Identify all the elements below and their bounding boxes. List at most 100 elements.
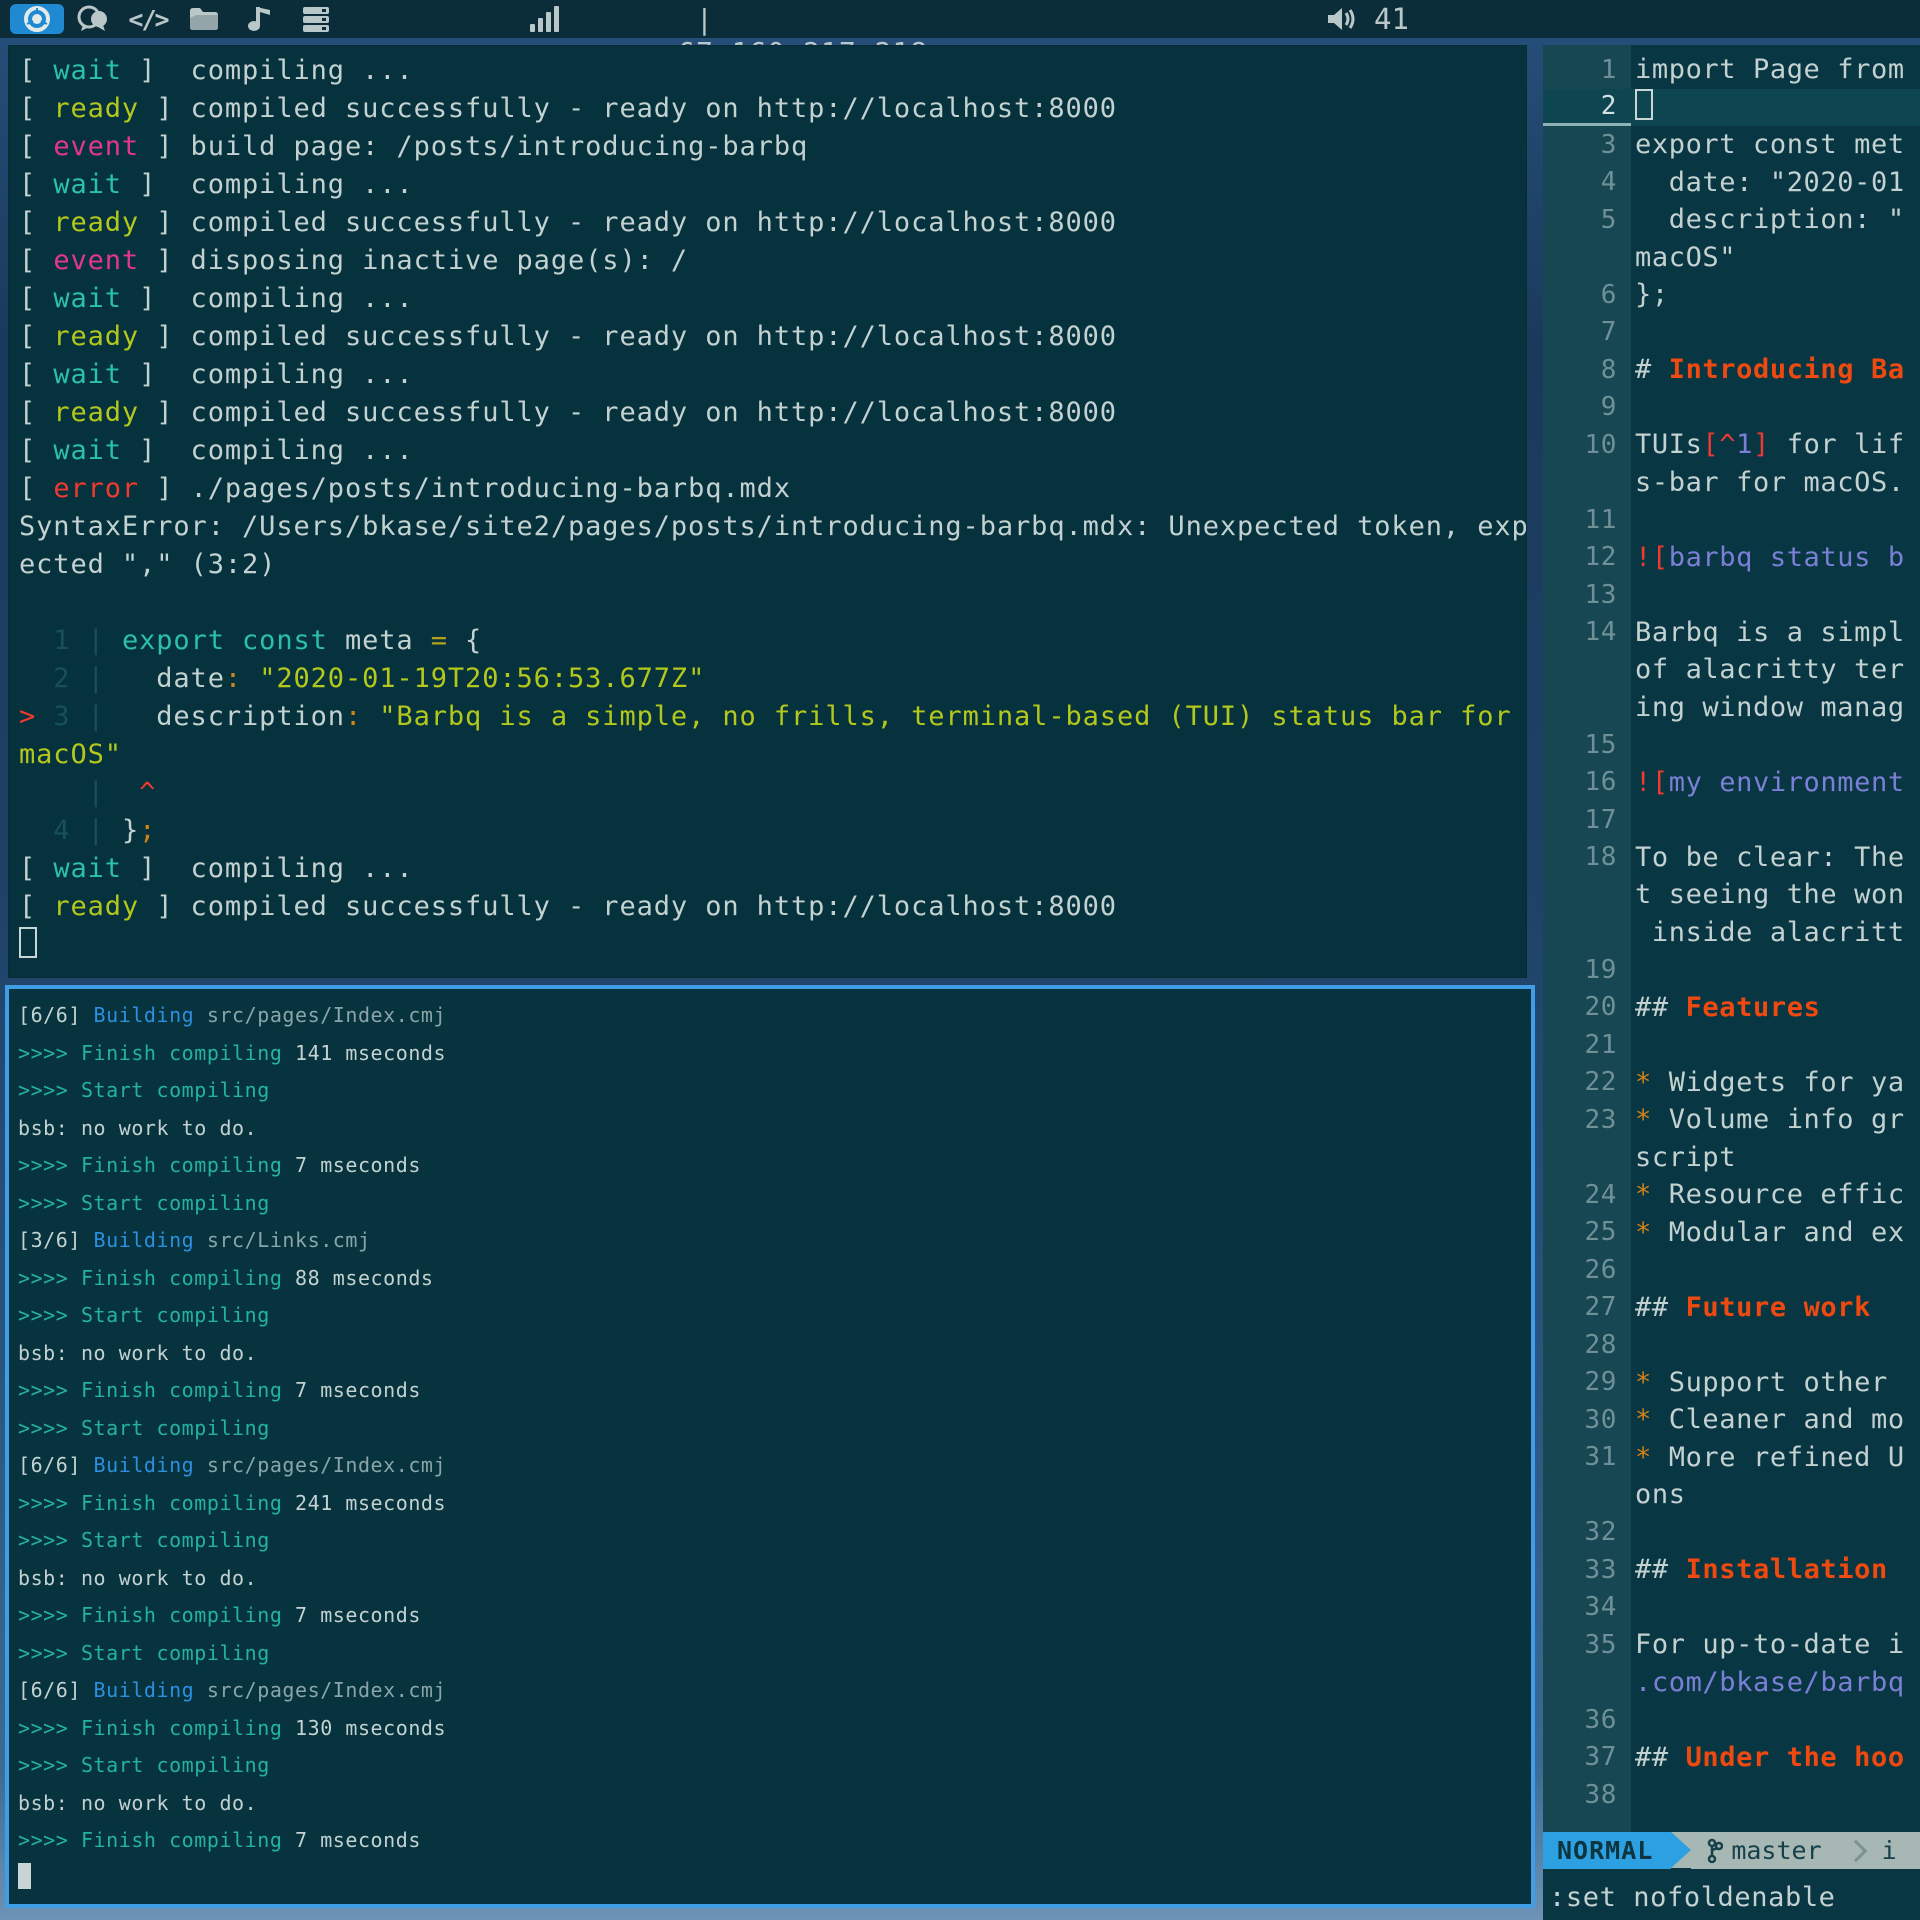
line-number: 9 bbox=[1543, 392, 1631, 422]
editor-line-text: * More refined U bbox=[1631, 1442, 1905, 1473]
vim-statusline: NORMAL master i bbox=[1543, 1832, 1920, 1869]
editor-line-text: # Introducing Ba bbox=[1631, 354, 1905, 385]
editor-line: macOS" bbox=[1543, 239, 1920, 277]
terminal-line: bsb: no work to do. bbox=[18, 1560, 1531, 1598]
editor-line: s-bar for macOS. bbox=[1543, 464, 1920, 502]
terminal-line: >>>> Finish compiling 7 mseconds bbox=[18, 1822, 1531, 1860]
editor-line: 33## Installation bbox=[1543, 1551, 1920, 1589]
editor-line: 12![barbq status b bbox=[1543, 539, 1920, 577]
terminal-line: >>>> Finish compiling 141 mseconds bbox=[18, 1035, 1531, 1073]
workspace-files[interactable] bbox=[176, 2, 232, 36]
editor-pane[interactable]: 1import Page from23export const met4 dat… bbox=[1543, 45, 1920, 1920]
editor-line: 23* Volume info gr bbox=[1543, 1101, 1920, 1139]
editor-line-text: Barbq is a simpl bbox=[1631, 617, 1905, 648]
editor-line-text: TUIs[^1] for lif bbox=[1631, 429, 1905, 460]
terminal-line: [ ready ] compiled successfully - ready … bbox=[19, 318, 1526, 356]
line-number: 29 bbox=[1543, 1367, 1631, 1397]
terminal-line: ected "," (3:2) bbox=[19, 546, 1526, 584]
editor-line-text: ![barbq status b bbox=[1631, 542, 1905, 573]
editor-line-text: ## Under the hoo bbox=[1631, 1742, 1905, 1773]
editor-line: 31* More refined U bbox=[1543, 1439, 1920, 1477]
workspace-chat[interactable] bbox=[64, 2, 120, 36]
editor-line: 37## Under the hoo bbox=[1543, 1739, 1920, 1777]
editor-line-text: * Modular and ex bbox=[1631, 1217, 1905, 1248]
editor-line-text: For up-to-date i bbox=[1631, 1629, 1905, 1660]
line-number: 36 bbox=[1543, 1705, 1631, 1735]
line-number: 30 bbox=[1543, 1405, 1631, 1435]
terminal-line: >>>> Finish compiling 88 mseconds bbox=[18, 1260, 1531, 1298]
editor-line-text: description: " bbox=[1631, 204, 1905, 235]
line-number: 4 bbox=[1543, 167, 1631, 197]
editor-line-text: ons bbox=[1631, 1479, 1686, 1510]
vim-command-line[interactable]: :set nofoldenable bbox=[1543, 1875, 1920, 1920]
workspace-code[interactable]: </> bbox=[120, 2, 176, 36]
editor-line: 1import Page from bbox=[1543, 51, 1920, 89]
folder-icon bbox=[188, 6, 220, 32]
editor-line: 15 bbox=[1543, 726, 1920, 764]
editor-line: 8# Introducing Ba bbox=[1543, 351, 1920, 389]
terminal-line: [6/6] Building src/pages/Index.cmj bbox=[18, 997, 1531, 1035]
line-number: 20 bbox=[1543, 992, 1631, 1022]
line-number: 38 bbox=[1543, 1780, 1631, 1810]
editor-line: 36 bbox=[1543, 1701, 1920, 1739]
editor-line-text: ## Features bbox=[1631, 992, 1820, 1023]
terminal-line: [ wait ] compiling ... bbox=[19, 432, 1526, 470]
terminal-line: [ wait ] compiling ... bbox=[19, 166, 1526, 204]
terminal-line: >>>> Start compiling bbox=[18, 1297, 1531, 1335]
terminal-line: [ ready ] compiled successfully - ready … bbox=[19, 90, 1526, 128]
editor-line: 9 bbox=[1543, 389, 1920, 427]
editor-line-text: of alacritty ter bbox=[1631, 654, 1905, 685]
editor-line-text: * Widgets for ya bbox=[1631, 1067, 1905, 1098]
line-number: 11 bbox=[1543, 505, 1631, 535]
terminal-build-focused[interactable]: [6/6] Building src/pages/Index.cmj>>>> F… bbox=[5, 985, 1535, 1908]
network-status: 192.168.101.60 | 67.160.217.218 bbox=[530, 0, 928, 38]
editor-line: t seeing the won bbox=[1543, 876, 1920, 914]
line-number: 25 bbox=[1543, 1217, 1631, 1247]
statusline-filename: i bbox=[1882, 1836, 1897, 1865]
workspace-chrome-tile[interactable] bbox=[10, 4, 64, 34]
line-number: 22 bbox=[1543, 1067, 1631, 1097]
terminal-line: [ ready ] compiled successfully - ready … bbox=[19, 394, 1526, 432]
terminal-line: >>>> Start compiling bbox=[18, 1185, 1531, 1223]
terminal-line: >>>> Start compiling bbox=[18, 1410, 1531, 1448]
terminal-dev-server[interactable]: [ wait ] compiling ...[ ready ] compiled… bbox=[8, 45, 1527, 978]
line-number: 6 bbox=[1543, 280, 1631, 310]
workspace-server[interactable] bbox=[288, 2, 344, 36]
editor-line: 30* Cleaner and mo bbox=[1543, 1401, 1920, 1439]
terminal-line: > 3 | description: "Barbq is a simple, n… bbox=[19, 698, 1526, 736]
editor-line: .com/bkase/barbq bbox=[1543, 1664, 1920, 1702]
editor-line: 28 bbox=[1543, 1326, 1920, 1364]
terminal-line bbox=[19, 584, 1526, 622]
editor-line: 32 bbox=[1543, 1514, 1920, 1552]
music-icon bbox=[246, 5, 274, 33]
line-number: 31 bbox=[1543, 1442, 1631, 1472]
editor-line: 16![my environment bbox=[1543, 764, 1920, 802]
editor-line: 35For up-to-date i bbox=[1543, 1626, 1920, 1664]
terminal-line: 2 | date: "2020-01-19T20:56:53.677Z" bbox=[19, 660, 1526, 698]
editor-line-text: ## Future work bbox=[1631, 1292, 1871, 1323]
terminal-line: [ wait ] compiling ... bbox=[19, 356, 1526, 394]
line-number: 16 bbox=[1543, 767, 1631, 797]
editor-line: 26 bbox=[1543, 1251, 1920, 1289]
editor-line-text: }; bbox=[1631, 279, 1669, 310]
terminal-line: >>>> Finish compiling 241 mseconds bbox=[18, 1485, 1531, 1523]
editor-line-text: inside alacritt bbox=[1631, 917, 1905, 948]
editor-line-text: script bbox=[1631, 1142, 1736, 1173]
editor-line: 25* Modular and ex bbox=[1543, 1214, 1920, 1252]
terminal-line: bsb: no work to do. bbox=[18, 1785, 1531, 1823]
terminal-line: [ wait ] compiling ... bbox=[19, 52, 1526, 90]
editor-line-text: To be clear: The bbox=[1631, 842, 1905, 873]
line-number: 24 bbox=[1543, 1180, 1631, 1210]
editor-line-text: macOS" bbox=[1631, 242, 1736, 273]
server-icon bbox=[301, 5, 331, 33]
line-number: 5 bbox=[1543, 205, 1631, 235]
editor-line-text: s-bar for macOS. bbox=[1631, 467, 1905, 498]
terminal-line: [ ready ] compiled successfully - ready … bbox=[19, 204, 1526, 242]
editor-line: 11 bbox=[1543, 501, 1920, 539]
editor-line-text: t seeing the won bbox=[1631, 879, 1905, 910]
editor-line: ing window manag bbox=[1543, 689, 1920, 727]
line-number: 12 bbox=[1543, 542, 1631, 572]
code-icon: </> bbox=[128, 5, 167, 34]
line-number: 34 bbox=[1543, 1592, 1631, 1622]
workspace-music[interactable] bbox=[232, 2, 288, 36]
